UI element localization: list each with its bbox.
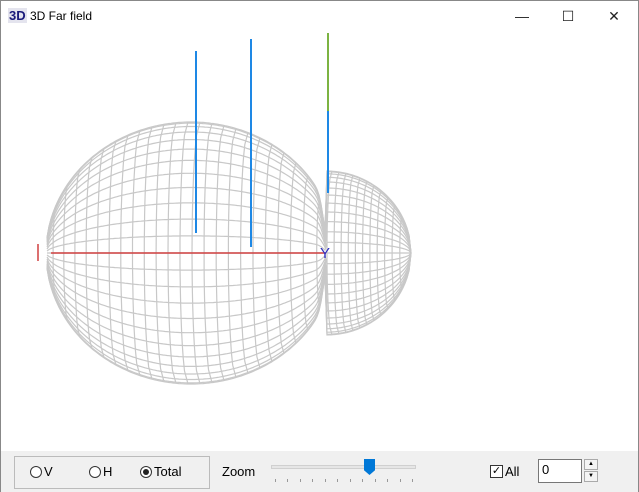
radio-v[interactable]: V [30,464,53,479]
zoom-slider-track[interactable] [271,465,416,469]
zoom-slider-ticks [275,479,413,483]
zoom-slider-thumb[interactable] [364,459,375,475]
control-panel: V H Total Zoom ✓ All 0 ▲ ▼ [1,451,638,492]
app-icon: 3D [8,8,27,23]
close-button[interactable]: ✕ [591,1,637,31]
minimize-button[interactable]: — [499,1,545,31]
zoom-label: Zoom [222,464,256,479]
3d-far-field-view[interactable]: Y [1,31,638,451]
spin-up-button[interactable]: ▲ [584,459,598,470]
number-input[interactable]: 0 [538,459,582,483]
radio-h[interactable]: H [89,464,112,479]
title-bar: 3D 3D Far field — ☐ ✕ [1,1,638,31]
radio-label: V [44,464,53,479]
spin-down-button[interactable]: ▼ [584,471,598,482]
radio-circle[interactable] [89,465,101,478]
all-checkbox[interactable]: ✓ All [490,464,519,479]
y-axis-label: Y [320,245,330,262]
all-label: All [505,464,520,479]
radio-circle[interactable] [30,465,42,478]
radio-label: H [103,464,113,479]
radio-circle[interactable] [140,465,152,478]
radio-total[interactable]: Total [140,464,181,479]
checkbox-box[interactable]: ✓ [490,465,503,478]
radio-label: Total [154,464,182,479]
maximize-button[interactable]: ☐ [545,1,591,31]
window-title: 3D Far field [30,9,93,23]
